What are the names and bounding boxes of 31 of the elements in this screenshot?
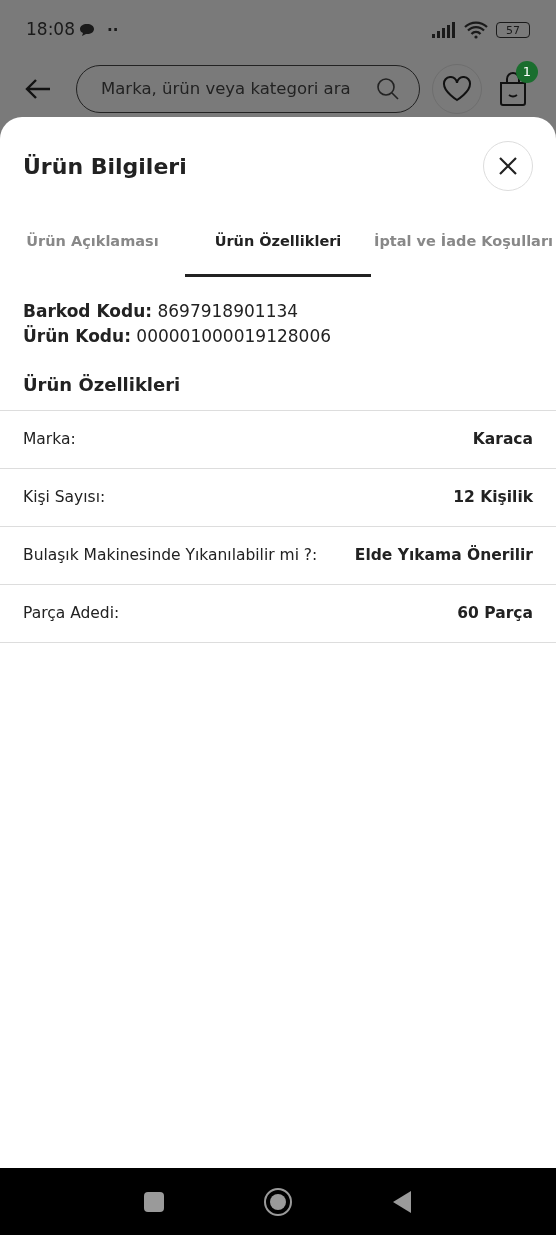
attribute-name: Kişi Sayısı: <box>23 486 106 508</box>
home-icon[interactable] <box>264 1187 292 1216</box>
back-icon[interactable] <box>392 1189 412 1214</box>
close-button[interactable] <box>483 141 533 191</box>
tab[interactable]: Ürün Açıklaması <box>0 219 185 277</box>
attribute-name: Parça Adedi: <box>23 602 120 624</box>
chat-icon <box>79 23 95 37</box>
signal-icon <box>432 22 456 38</box>
attribute-value: Elde Yıkama Önerilir <box>354 544 533 566</box>
product-code: Ürün Kodu: 000001000019128006 <box>23 324 333 348</box>
battery-icon: 57 <box>496 22 530 38</box>
search-field[interactable]: Marka, ürün veya kategori ara <box>76 64 420 113</box>
sheet-title: Ürün Bilgileri <box>23 152 187 181</box>
product-code: Barkod Kodu: 8697918901134 <box>23 300 300 323</box>
attribute-value: Karaca <box>472 428 533 450</box>
wifi-icon <box>464 21 488 39</box>
attribute-name: Bulaşık Makinesinde Yıkanılabilir mi ?: <box>23 544 318 566</box>
search-icon <box>376 76 400 101</box>
cart-badge: 1 <box>516 60 538 83</box>
tab[interactable]: İptal ve İade Koşulları <box>371 219 556 277</box>
attribute-value: 60 Parça <box>457 602 533 624</box>
attribute-value: 12 Kişilik <box>453 486 533 508</box>
attribute-name: Marka: <box>23 428 76 450</box>
close-icon <box>498 156 518 176</box>
section-title: Ürün Özellikleri <box>22 373 182 397</box>
status-dots: ·· <box>107 19 119 41</box>
recents-icon[interactable] <box>144 1191 164 1212</box>
status-time: 18:08 <box>26 18 75 42</box>
heart-icon <box>442 75 472 102</box>
back-arrow-icon[interactable] <box>24 77 52 100</box>
tab[interactable]: Ürün Özellikleri <box>185 219 371 277</box>
